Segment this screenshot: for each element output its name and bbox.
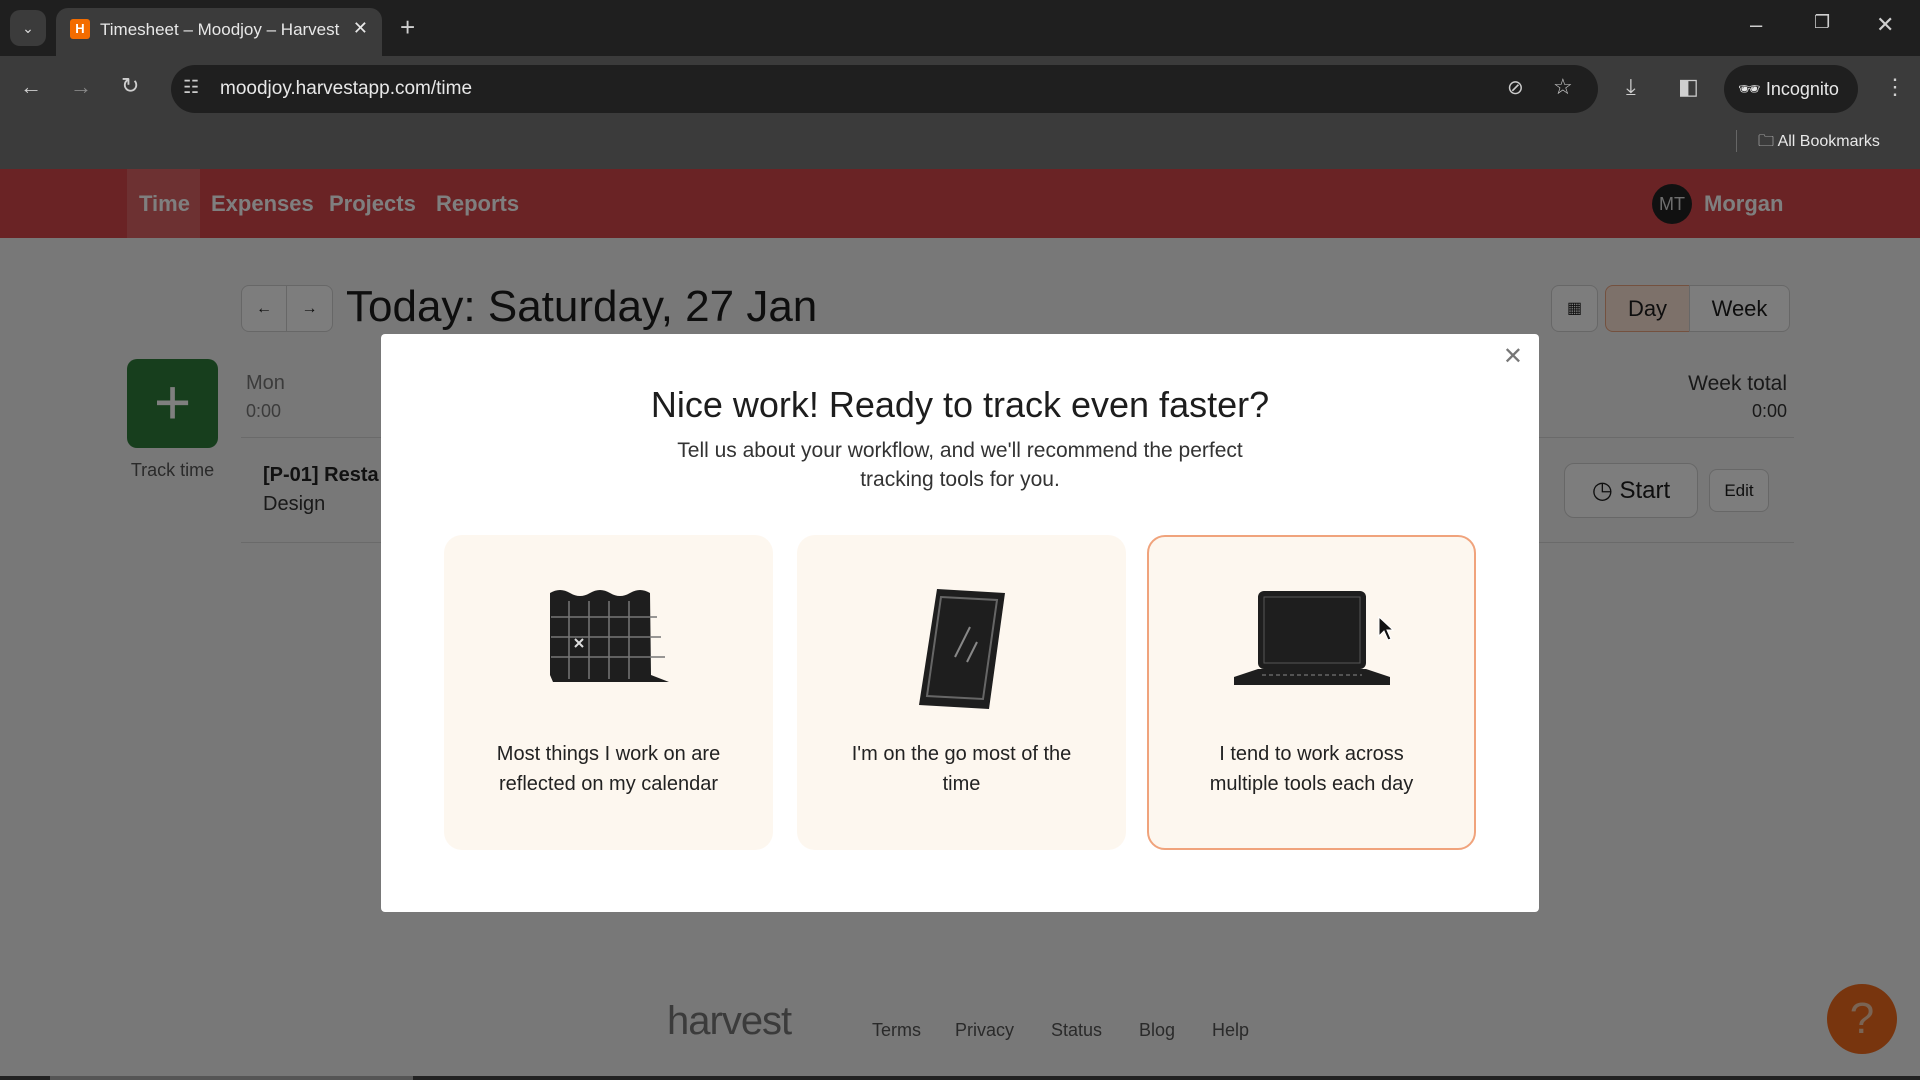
horizontal-scrollbar[interactable] <box>0 1076 1920 1080</box>
incognito-icon: 🕶 <box>1738 79 1761 99</box>
tab-search-button[interactable]: ⌄ <box>10 10 46 46</box>
menu-icon[interactable]: ⋮ <box>1884 74 1906 100</box>
site-settings-icon[interactable]: ☷ <box>183 77 199 98</box>
modal-subtitle-1: Tell us about your workflow, and we'll r… <box>677 439 1243 462</box>
modal-title: Nice work! Ready to track even faster? <box>650 384 1270 425</box>
option-mobile[interactable]: I'm on the go most of the time <box>797 535 1126 850</box>
minimize-icon[interactable]: – <box>1750 12 1762 38</box>
option-text: I'm on the go most of the <box>851 743 1072 765</box>
tab-bar: ⌄ H Timesheet – Moodjoy – Harvest ✕ + – … <box>0 0 1920 56</box>
tab-title: Timesheet – Moodjoy – Harvest <box>100 20 340 39</box>
incognito-label: Incognito <box>1765 79 1839 99</box>
incognito-badge[interactable]: 🕶 Incognito <box>1724 65 1858 113</box>
restore-icon[interactable]: ❐ <box>1814 12 1830 33</box>
phone-icon <box>918 589 1005 709</box>
back-icon[interactable]: ← <box>20 74 42 100</box>
address-bar[interactable]: ☷ moodjoy.harvestapp.com/time ⊘ ☆ <box>171 65 1598 113</box>
bookmarks-divider <box>1736 130 1737 152</box>
option-text: reflected on my calendar <box>498 773 718 795</box>
star-icon[interactable]: ☆ <box>1553 74 1573 100</box>
browser-chrome: ⌄ H Timesheet – Moodjoy – Harvest ✕ + – … <box>0 0 1920 169</box>
option-text: multiple tools each day <box>1209 773 1414 795</box>
calendar-icon <box>549 590 669 682</box>
harvest-favicon: H <box>70 19 90 39</box>
close-window-icon[interactable]: ✕ <box>1876 12 1894 38</box>
browser-tab[interactable]: H Timesheet – Moodjoy – Harvest ✕ <box>56 8 382 56</box>
eye-off-icon[interactable]: ⊘ <box>1507 75 1524 100</box>
forward-icon[interactable]: → <box>70 74 92 100</box>
all-bookmarks[interactable]: 🗀 All Bookmarks <box>1758 130 1880 157</box>
option-text: Most things I work on are <box>496 743 721 765</box>
workflow-modal: ✕ Nice work! Ready to track even faster?… <box>381 334 1539 912</box>
laptop-icon <box>1233 591 1390 685</box>
folder-icon: 🗀 <box>1758 133 1775 150</box>
close-tab-icon[interactable]: ✕ <box>353 18 368 39</box>
modal-subtitle-2: tracking tools for you. <box>860 468 1060 491</box>
option-text: I tend to work across <box>1219 743 1404 765</box>
option-text: time <box>942 773 981 795</box>
reload-icon[interactable]: ↻ <box>121 73 139 99</box>
mouse-cursor-icon <box>1378 616 1394 641</box>
new-tab-icon[interactable]: + <box>400 12 415 43</box>
option-multiple-tools[interactable]: I tend to work across multiple tools each… <box>1147 535 1476 850</box>
download-icon[interactable]: ⤓ <box>1626 74 1636 100</box>
url-text: moodjoy.harvestapp.com/time <box>220 78 473 99</box>
option-calendar[interactable]: Most things I work on are reflected on my… <box>444 535 773 850</box>
bookmarks-label: All Bookmarks <box>1777 133 1880 150</box>
close-modal-icon[interactable]: ✕ <box>1503 342 1523 371</box>
side-panel-icon[interactable]: ◧ <box>1678 74 1699 100</box>
